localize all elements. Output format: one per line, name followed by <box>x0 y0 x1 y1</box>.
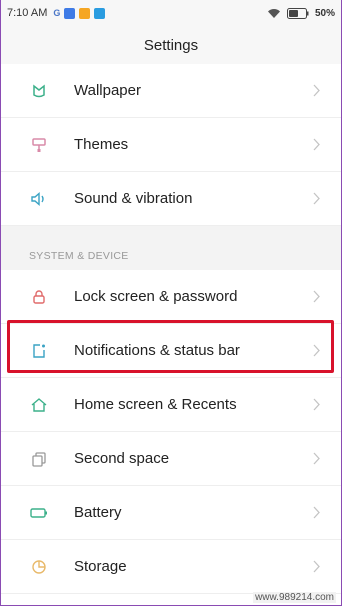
storage-icon <box>29 557 49 577</box>
battery-icon <box>29 503 49 523</box>
wifi-icon <box>267 8 281 19</box>
chevron-right-icon <box>313 138 321 156</box>
settings-item-label: Wallpaper <box>74 82 141 99</box>
chevron-right-icon <box>313 452 321 470</box>
section-header: SYSTEM & DEVICE <box>0 242 342 270</box>
settings-list: Wallpaper Themes Sound & vibration SYSTE… <box>0 64 342 594</box>
sound-icon <box>29 189 49 209</box>
settings-item-storage[interactable]: Storage <box>0 540 342 594</box>
page-title: Settings <box>0 26 342 65</box>
settings-item-label: Sound & vibration <box>74 190 193 207</box>
status-time: 7:10 AM <box>7 7 48 19</box>
settings-item-label: Themes <box>74 136 129 153</box>
chevron-right-icon <box>313 192 321 210</box>
g-notification-icon: G <box>53 8 61 18</box>
settings-item-label: Home screen & Recents <box>74 396 237 413</box>
notifications-icon <box>29 341 49 361</box>
chevron-right-icon <box>313 398 321 416</box>
lock-icon <box>29 287 49 307</box>
settings-item-lock-screen[interactable]: Lock screen & password <box>0 270 342 324</box>
settings-item-second-space[interactable]: Second space <box>0 432 342 486</box>
settings-item-wallpaper[interactable]: Wallpaper <box>0 64 342 118</box>
chevron-right-icon <box>313 560 321 578</box>
battery-percent: 50% <box>314 7 335 19</box>
app-notification-icon <box>64 7 76 19</box>
settings-item-label: Notifications & status bar <box>74 342 240 359</box>
settings-item-label: Storage <box>74 558 127 575</box>
settings-item-sound[interactable]: Sound & vibration <box>0 172 342 226</box>
settings-item-label: Second space <box>74 450 170 467</box>
second-space-icon <box>29 449 49 469</box>
settings-item-notifications[interactable]: Notifications & status bar <box>0 324 342 378</box>
chevron-right-icon <box>313 344 321 362</box>
settings-item-label: Battery <box>74 504 122 521</box>
notification-icons: G <box>53 7 106 19</box>
status-bar: 7:10 AM G 50% <box>0 0 342 26</box>
wallpaper-icon <box>29 81 49 101</box>
section-divider <box>0 226 342 242</box>
settings-item-label: Lock screen & password <box>74 288 238 305</box>
chevron-right-icon <box>313 290 321 308</box>
home-icon <box>29 395 49 415</box>
settings-item-themes[interactable]: Themes <box>0 118 342 172</box>
settings-item-home-screen[interactable]: Home screen & Recents <box>0 378 342 432</box>
battery-status-icon <box>286 7 309 19</box>
app-notification-icon <box>79 7 91 19</box>
chevron-right-icon <box>313 84 321 102</box>
chevron-right-icon <box>313 506 321 524</box>
themes-icon <box>29 135 49 155</box>
app-notification-icon <box>94 7 106 19</box>
watermark: www.989214.com <box>253 592 336 603</box>
settings-item-battery[interactable]: Battery <box>0 486 342 540</box>
